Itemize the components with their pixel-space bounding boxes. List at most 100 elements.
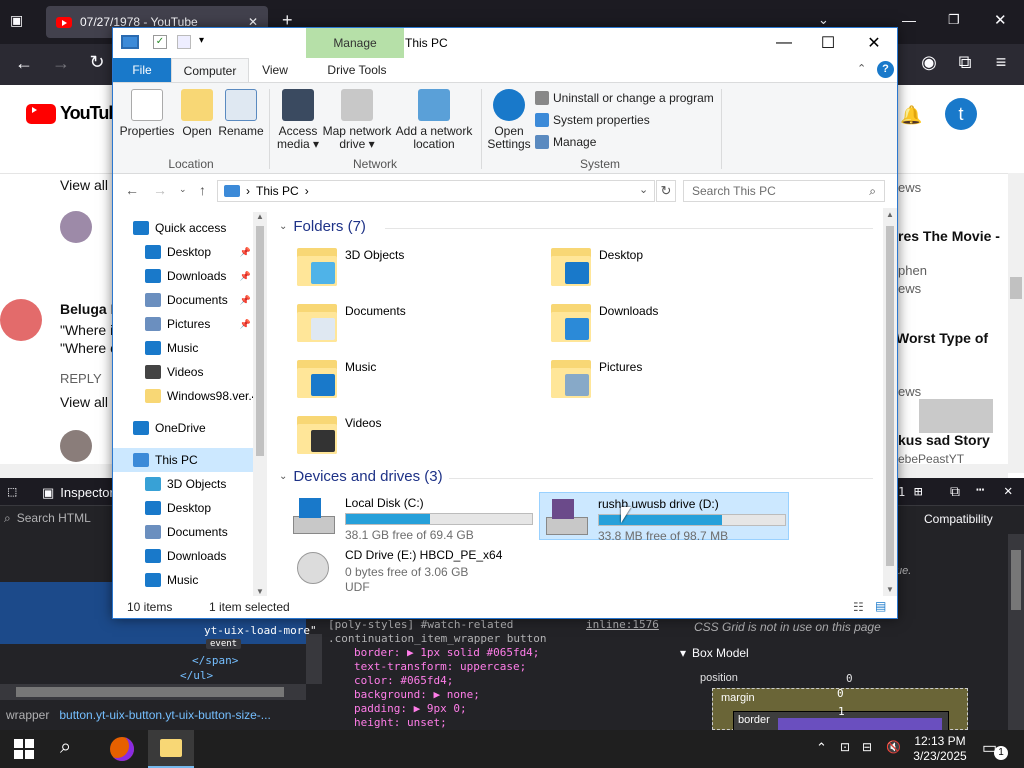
tab-list-icon[interactable]: ▣ (10, 12, 23, 29)
back-arrow-icon[interactable]: ← (9, 53, 39, 74)
minimize-browser-icon[interactable]: — (902, 12, 916, 28)
firefox-icon[interactable] (110, 737, 134, 761)
breadcrumb-separator[interactable]: › (305, 184, 309, 198)
nav-item[interactable]: Desktop (113, 496, 253, 520)
folder-tile[interactable]: Pictures (551, 356, 791, 410)
map-network-drive-button[interactable]: Map network drive ▾ (321, 89, 393, 151)
address-dropdown-icon[interactable]: ⌄ (639, 183, 648, 196)
nav-item[interactable]: Desktop 📌 (113, 240, 253, 264)
nav-item[interactable]: Music (113, 336, 253, 360)
nav-scrollbar[interactable]: ▲ ▼ (253, 212, 267, 596)
chevron-down-icon[interactable]: ⌄ (818, 12, 829, 28)
drive-tile[interactable]: Local Disk (C:) 38.1 GB free of 69.4 GB (287, 492, 537, 542)
refresh-button[interactable]: ↻ (656, 180, 676, 202)
html-line[interactable]: yt-uix-load-more" (204, 624, 317, 637)
side-video-title[interactable]: kus sad Story (898, 432, 990, 448)
file-explorer-taskbar-button[interactable] (148, 730, 194, 768)
minimize-button[interactable]: — (761, 28, 807, 58)
network-icon[interactable]: ⊟ (862, 740, 872, 754)
avatar[interactable]: t (945, 98, 977, 130)
breadcrumb-separator[interactable]: › (246, 184, 250, 198)
view-replies-link[interactable]: View all 3 (60, 394, 120, 410)
nav-item[interactable]: Pictures 📌 (113, 312, 253, 336)
tab-manage[interactable]: Manage (306, 28, 404, 58)
nav-item[interactable]: This PC (113, 448, 253, 472)
content-scrollbar[interactable]: ▲ ▼ (883, 208, 897, 596)
uninstall-program-button[interactable]: Uninstall or change a program (535, 87, 714, 109)
event-badge[interactable]: event (206, 639, 242, 649)
address-bar[interactable]: › This PC › (217, 180, 655, 202)
device-icon[interactable]: ⊡ (840, 740, 850, 754)
help-icon[interactable]: ? (877, 61, 894, 78)
new-folder-qat-icon[interactable] (177, 35, 191, 49)
tab-compatibility[interactable]: Compatibility (898, 512, 993, 526)
forward-arrow-icon[interactable]: → (153, 182, 167, 198)
account-icon[interactable]: ◉ (914, 52, 944, 73)
close-devtools-icon[interactable]: ✕ (1004, 483, 1012, 499)
element-picker-icon[interactable]: ⬚ (8, 484, 16, 500)
add-network-location-button[interactable]: Add a network location (395, 89, 473, 151)
extensions-icon[interactable]: ⧉ (950, 52, 980, 73)
drive-tile[interactable]: rushb uwusb drive (D:) 33.8 MB free of 98… (539, 492, 789, 543)
forward-arrow-icon[interactable]: → (46, 53, 76, 74)
tab-drive-tools[interactable]: Drive Tools (309, 58, 405, 82)
details-view-icon[interactable]: ☷ (853, 600, 864, 614)
nav-item[interactable]: 3D Objects (113, 472, 253, 496)
nav-item[interactable]: Music (113, 568, 253, 592)
css-selector[interactable]: [poly-styles] #watch-related .continuati… (328, 618, 658, 646)
html-line[interactable]: </span> (192, 654, 238, 667)
close-button[interactable]: ✕ (851, 28, 897, 58)
view-replies-link[interactable]: View all 2 (60, 177, 120, 193)
border-value[interactable]: 1 (838, 705, 845, 718)
clock[interactable]: 12:13 PM 3/23/2025 (912, 734, 968, 764)
nav-item[interactable]: OneDrive (113, 416, 253, 440)
access-media-button[interactable]: Access media ▾ (273, 89, 323, 151)
search-html-input[interactable]: ⌕ Search HTML (4, 511, 91, 526)
tab-view[interactable]: View (253, 58, 297, 82)
search-input[interactable]: Search This PC ⌕ (683, 180, 885, 202)
folder-tile[interactable]: 3D Objects (297, 244, 537, 298)
windows-start-icon[interactable] (14, 739, 34, 759)
menu-icon[interactable]: ≡ (986, 52, 1016, 73)
side-video-title[interactable]: Worst Type of (896, 330, 988, 346)
properties-button[interactable]: Properties (119, 89, 175, 138)
open-button[interactable]: Open (179, 89, 215, 138)
layout-icon[interactable]: ⊞ (914, 484, 922, 500)
drives-group-header[interactable]: ⌄ Devices and drives (3) (279, 468, 443, 485)
volume-muted-icon[interactable]: 🔇 (886, 740, 901, 754)
collapse-ribbon-icon[interactable]: ⌃ (857, 62, 866, 75)
nav-item[interactable]: Quick access (113, 216, 253, 240)
tab-inspector[interactable]: ▣ Inspector (42, 485, 114, 501)
nav-item[interactable]: Videos (113, 360, 253, 384)
tiles-view-icon[interactable]: ▤ (875, 599, 886, 613)
nav-item[interactable]: Downloads 📌 (113, 264, 253, 288)
restore-browser-icon[interactable]: ❐ (948, 12, 960, 28)
sidebar-scrollbar[interactable] (1008, 534, 1024, 730)
up-arrow-icon[interactable]: ↑ (199, 182, 206, 198)
box-model-header[interactable]: ▾ Box Model (680, 646, 749, 660)
more-icon[interactable]: ⋯ (976, 482, 984, 498)
system-properties-button[interactable]: System properties (535, 109, 714, 131)
tab-computer[interactable]: Computer (171, 58, 249, 82)
open-settings-button[interactable]: Open Settings (485, 89, 533, 151)
folder-tile[interactable]: Videos (297, 412, 537, 466)
tab-file[interactable]: File (113, 58, 171, 82)
folder-tile[interactable]: Music (297, 356, 537, 410)
side-thumbnail[interactable] (919, 399, 993, 433)
folder-tile[interactable]: Documents (297, 300, 537, 354)
reload-icon[interactable]: ↻ (82, 52, 112, 73)
qat-dropdown-icon[interactable]: ▾ (199, 35, 204, 46)
reply-button[interactable]: REPLY (60, 371, 102, 386)
close-browser-icon[interactable]: ✕ (994, 11, 1007, 29)
breadcrumb[interactable]: This PC (256, 184, 299, 198)
rename-button[interactable]: Rename (218, 89, 264, 138)
dock-icon[interactable]: ⧉ (950, 484, 960, 500)
html-vscrollbar[interactable] (306, 634, 322, 684)
margin-value[interactable]: 0 (837, 687, 844, 700)
back-arrow-icon[interactable]: ← (125, 182, 139, 198)
page-scrollbar[interactable] (1008, 173, 1024, 473)
html-line[interactable]: </ul> (180, 669, 213, 682)
bell-icon[interactable]: 🔔 (900, 105, 922, 126)
nav-item[interactable]: Documents 📌 (113, 288, 253, 312)
side-video-title[interactable]: res The Movie - (898, 228, 1000, 244)
